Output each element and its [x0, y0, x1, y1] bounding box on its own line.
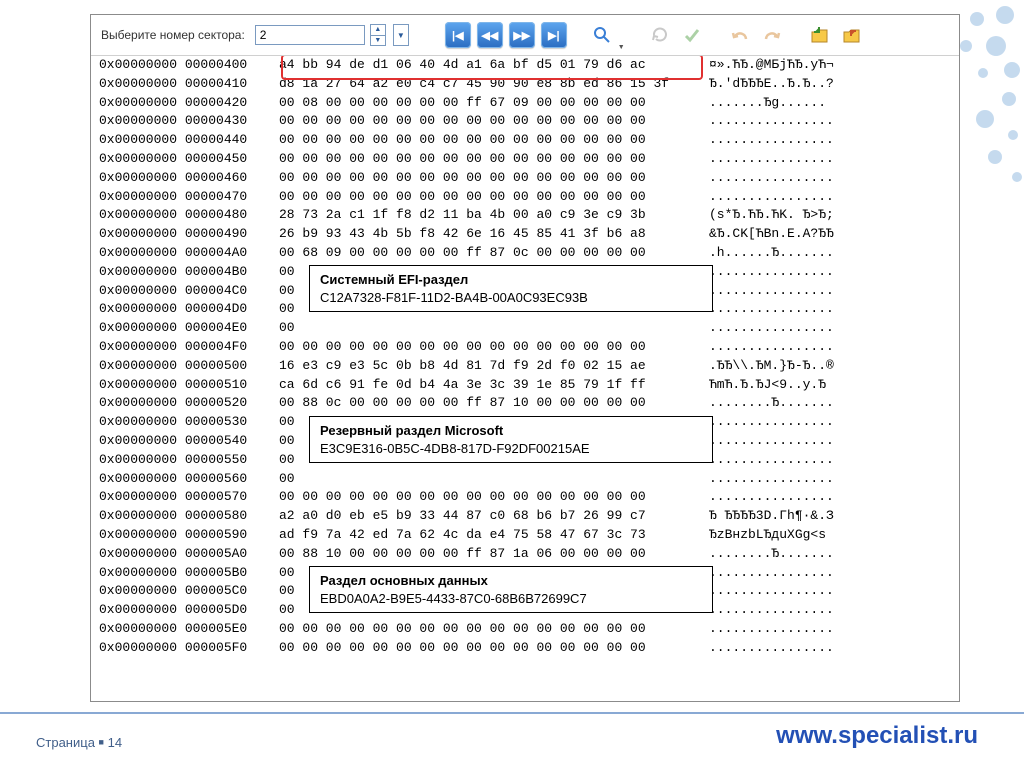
open-button[interactable] [807, 22, 833, 48]
redo-button[interactable] [759, 22, 785, 48]
hex-row: 0x00000000 00000590ad f9 7a 42 ed 7a 62 … [91, 526, 959, 545]
hex-row: 0x00000000 00000580a2 a0 d0 eb e5 b9 33 … [91, 507, 959, 526]
refresh-button[interactable] [647, 22, 673, 48]
hex-row: 0x00000000 0000044000 00 00 00 00 00 00 … [91, 131, 959, 150]
callout-basic-data: Раздел основных данных EBD0A0A2-B9E5-443… [309, 566, 713, 613]
prev-sector-button[interactable]: ◀◀ [477, 22, 503, 48]
hex-row: 0x00000000 00000410d8 1a 27 64 a2 e0 c4 … [91, 75, 959, 94]
hex-row: 0x00000000 000004F000 00 00 00 00 00 00 … [91, 338, 959, 357]
hex-row: 0x00000000 0000042000 08 00 00 00 00 00 … [91, 94, 959, 113]
last-sector-button[interactable]: ▶| [541, 22, 567, 48]
page-indicator: Страница ■ 14 [36, 735, 122, 750]
save-button[interactable] [839, 22, 865, 48]
hex-row: 0x00000000 00000510ca 6d c6 91 fe 0d b4 … [91, 376, 959, 395]
hex-row: 0x00000000 0000050016 e3 c9 e3 5c 0b b8 … [91, 357, 959, 376]
hex-row: 0x00000000 0000056000 ................ [91, 470, 959, 489]
hex-row: 0x00000000 000005E000 00 00 00 00 00 00 … [91, 620, 959, 639]
hex-row: 0x00000000 0000052000 88 0c 00 00 00 00 … [91, 394, 959, 413]
hex-dump[interactable]: 0x00000000 00000400a4 bb 94 de d1 06 40 … [91, 56, 959, 701]
hex-row: 0x00000000 0000048028 73 2a c1 1f f8 d2 … [91, 206, 959, 225]
next-sector-button[interactable]: ▶▶ [509, 22, 535, 48]
hex-row: 0x00000000 0000045000 00 00 00 00 00 00 … [91, 150, 959, 169]
callout-efi: Системный EFI-раздел C12A7328-F81F-11D2-… [309, 265, 713, 312]
site-url: www.specialist.ru [776, 722, 978, 750]
hex-row: 0x00000000 0000043000 00 00 00 00 00 00 … [91, 112, 959, 131]
hex-row: 0x00000000 000005F000 00 00 00 00 00 00 … [91, 639, 959, 658]
hex-row: 0x00000000 000005A000 88 10 00 00 00 00 … [91, 545, 959, 564]
apply-button[interactable] [679, 22, 705, 48]
undo-button[interactable] [727, 22, 753, 48]
hex-row: 0x00000000 00000400a4 bb 94 de d1 06 40 … [91, 56, 959, 75]
hex-row: 0x00000000 0000046000 00 00 00 00 00 00 … [91, 169, 959, 188]
callout-msr: Резервный раздел Microsoft E3C9E316-0B5C… [309, 416, 713, 463]
hex-editor-window: Выберите номер сектора: ▲▼ ▼ |◀ ◀◀ ▶▶ ▶|… [90, 14, 960, 702]
sector-spinner[interactable]: ▲▼ [370, 24, 386, 46]
sector-input[interactable] [255, 25, 365, 45]
search-dropdown-icon[interactable]: ▼ [618, 44, 625, 55]
sector-label: Выберите номер сектора: [101, 28, 245, 42]
slide-footer: Страница ■ 14 www.specialist.ru [0, 722, 1024, 750]
first-sector-button[interactable]: |◀ [445, 22, 471, 48]
hex-row: 0x00000000 000004A000 68 09 00 00 00 00 … [91, 244, 959, 263]
hex-row: 0x00000000 0000049026 b9 93 43 4b 5b f8 … [91, 225, 959, 244]
sector-history-dropdown[interactable]: ▼ [393, 24, 409, 46]
hex-row: 0x00000000 0000057000 00 00 00 00 00 00 … [91, 488, 959, 507]
search-button[interactable] [589, 22, 615, 48]
toolbar: Выберите номер сектора: ▲▼ ▼ |◀ ◀◀ ▶▶ ▶|… [91, 15, 959, 56]
hex-row: 0x00000000 0000047000 00 00 00 00 00 00 … [91, 188, 959, 207]
hex-row: 0x00000000 000004E000 ................ [91, 319, 959, 338]
